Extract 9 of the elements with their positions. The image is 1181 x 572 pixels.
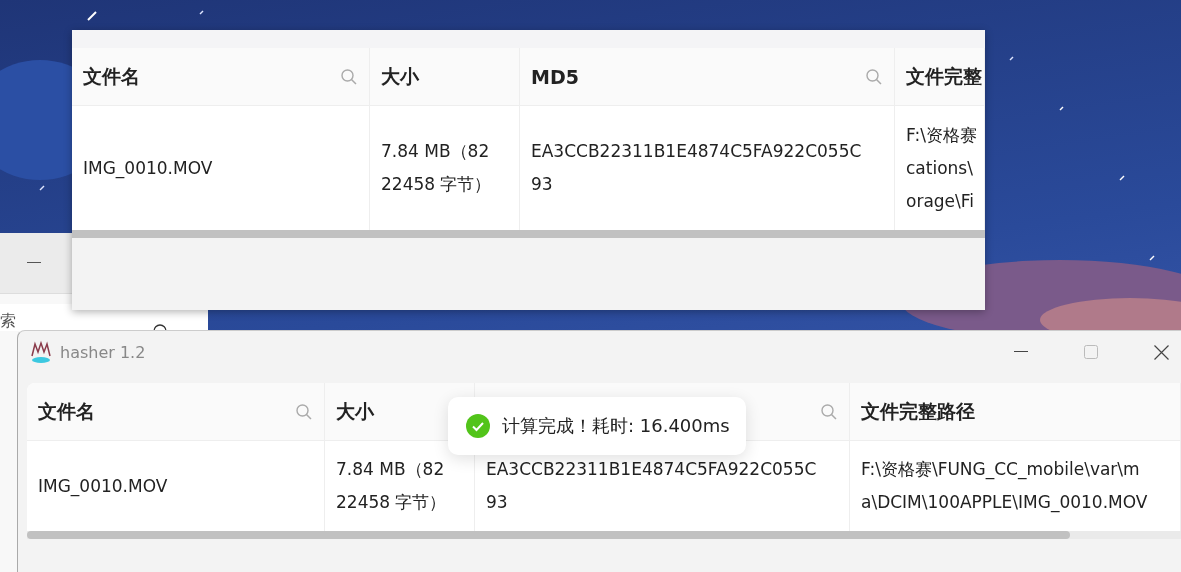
column-title: 大小 <box>336 398 374 424</box>
column-title: MD5 <box>531 65 579 88</box>
column-title: 文件名 <box>83 63 140 89</box>
column-title: 大小 <box>381 63 419 89</box>
toast-message: 计算完成！耗时: 16.400ms <box>502 414 730 438</box>
column-title: 文件完整 <box>906 63 982 89</box>
column-title: 文件完整路径 <box>861 398 975 424</box>
column-title: 文件名 <box>38 398 95 424</box>
window-title: hasher 1.2 <box>60 342 146 362</box>
